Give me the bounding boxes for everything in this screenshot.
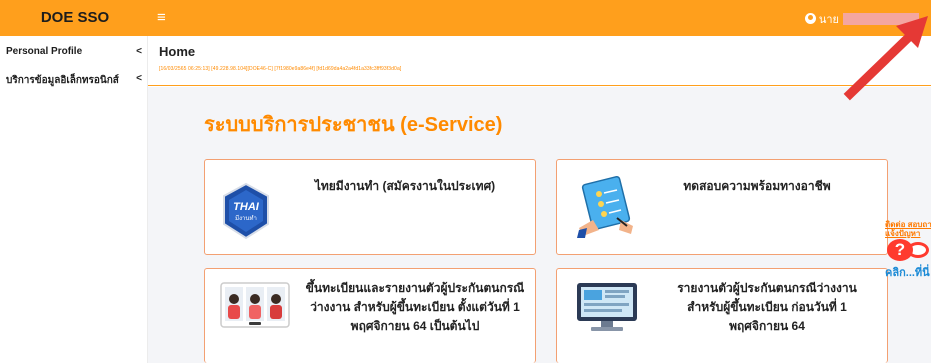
sidebar-item-label: Personal Profile [6,46,83,57]
card-register-unemployment-new[interactable]: ขึ้นทะเบียนและรายงานตัวผู้ประกันตนกรณี ว… [204,268,536,363]
service-title: ระบบบริการประชาชน (e-Service) [204,114,503,136]
chevron-left-icon: < [136,46,142,57]
thai-logo-subtext: มีงานทำ [235,214,257,222]
card-report-unemployment-old[interactable]: รายงานตัวผู้ประกันตนกรณีว่างงาน สำหรับผู… [556,268,888,363]
card-label-line-3: พฤศจิกายน 64 เป็นต้นไป [350,319,480,333]
card-career-readiness-test[interactable]: ทดสอบความพร้อมทางอาชีพ [556,159,888,255]
sidebar-item-label: บริการข้อมูลอิเล็กทรอนิกส์ [6,75,119,86]
card-label: ทดสอบความพร้อมทางอาชีพ [683,179,831,193]
help-report-text: แจ้งปัญหา [885,229,921,238]
thai-logo-text: THAI [233,201,260,213]
card-label: ไทยมีงานทำ (สมัครงานในประเทศ) [314,179,496,193]
help-contact-widget[interactable]: ติดต่อ สอบถาม แจ้งปัญหา ? คลิก...ที่นี่ [885,220,931,280]
sidebar: Personal Profile < บริการข้อมูลอิเล็กทรอ… [0,36,148,363]
page-title: Home [159,44,196,59]
thai-mee-ngan-tham-logo: THAI มีงานทำ [221,182,271,240]
user-name-prefix: นาย [818,13,839,26]
session-info: [16/03/2565 06:25:13] [49.228.98.104][DO… [159,66,402,72]
card-label-line-3: พฤศจิกายน 64 [729,319,805,333]
card-label-line-1: รายงานตัวผู้ประกันตนกรณีว่างงาน [677,281,857,295]
sidebar-item-personal-profile[interactable]: Personal Profile < [6,46,142,62]
user-icon [804,13,816,24]
top-navbar: DOE SSO ≡ นาย [0,0,931,36]
sidebar-item-electronic-services[interactable]: บริการข้อมูลอิเล็กทรอนิกส์ < [6,73,142,89]
computer-report-illustration [571,279,643,335]
card-label-line-2: ว่างงาน สำหรับผู้ขึ้นทะเบียน ตั้งแต่วันท… [310,300,520,314]
help-click-text: คลิก...ที่นี่ [885,267,930,279]
card-label-line-2: สำหรับผู้ขึ้นทะเบียน ก่อนวันที่ 1 [687,300,847,314]
card-label-line-1: ขึ้นทะเบียนและรายงานตัวผู้ประกันตนกรณี [305,281,525,295]
help-contact-text: ติดต่อ สอบถาม [885,220,931,229]
page-header: Home [16/03/2565 06:25:13] [49.228.98.10… [148,36,931,86]
brand-logo[interactable]: DOE SSO [0,0,150,36]
chevron-left-icon: < [136,73,142,84]
menu-toggle-icon[interactable]: ≡ [157,9,166,27]
video-call-illustration [219,281,291,331]
red-annotation-arrow [842,12,931,102]
career-test-illustration [573,174,639,240]
main-content: ระบบบริการประชาชน (e-Service) THAI มีงาน… [148,87,931,363]
question-bubble-icon: ? [887,239,913,261]
card-thai-mee-ngan-tham[interactable]: THAI มีงานทำ ไทยมีงานทำ (สมัครงานในประเท… [204,159,536,255]
